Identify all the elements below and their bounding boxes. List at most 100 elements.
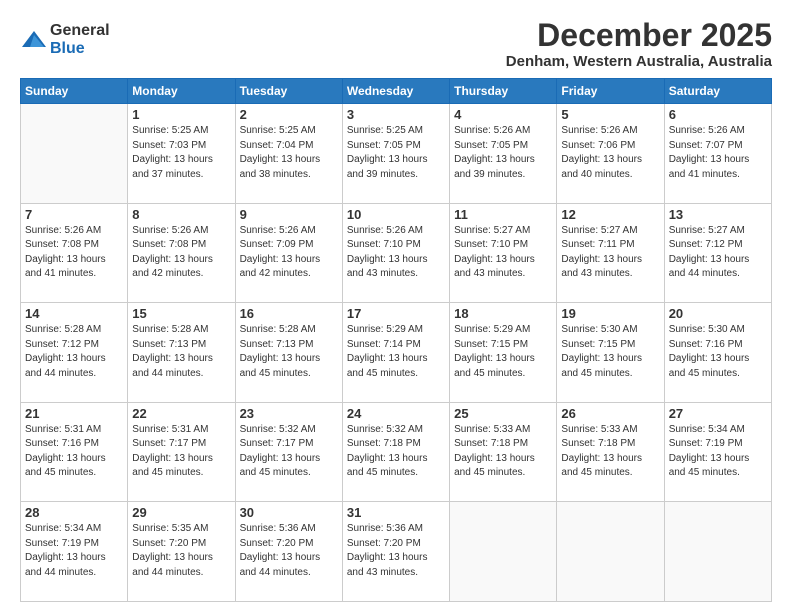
week-row-0: 1 Sunrise: 5:25 AMSunset: 7:03 PMDayligh…	[21, 104, 772, 204]
day-number: 30	[240, 505, 338, 520]
day-number: 19	[561, 306, 659, 321]
day-detail: Sunrise: 5:26 AMSunset: 7:06 PMDaylight:…	[561, 125, 642, 180]
day-number: 27	[669, 406, 767, 421]
day-detail: Sunrise: 5:29 AMSunset: 7:14 PMDaylight:…	[347, 324, 428, 379]
main-title: December 2025	[506, 18, 772, 53]
calendar-cell: 25 Sunrise: 5:33 AMSunset: 7:18 PMDaylig…	[450, 402, 557, 502]
day-detail: Sunrise: 5:26 AMSunset: 7:08 PMDaylight:…	[132, 225, 213, 280]
day-number: 14	[25, 306, 123, 321]
logo-icon	[20, 29, 48, 51]
logo: General Blue	[20, 22, 110, 57]
day-detail: Sunrise: 5:31 AMSunset: 7:17 PMDaylight:…	[132, 424, 213, 479]
calendar-cell: 22 Sunrise: 5:31 AMSunset: 7:17 PMDaylig…	[128, 402, 235, 502]
day-detail: Sunrise: 5:26 AMSunset: 7:05 PMDaylight:…	[454, 125, 535, 180]
day-number: 4	[454, 107, 552, 122]
week-row-3: 21 Sunrise: 5:31 AMSunset: 7:16 PMDaylig…	[21, 402, 772, 502]
day-number: 20	[669, 306, 767, 321]
calendar-cell	[664, 502, 771, 602]
logo-blue-text: Blue	[50, 40, 110, 58]
day-detail: Sunrise: 5:30 AMSunset: 7:16 PMDaylight:…	[669, 324, 750, 379]
calendar-cell: 14 Sunrise: 5:28 AMSunset: 7:12 PMDaylig…	[21, 303, 128, 403]
day-number: 2	[240, 107, 338, 122]
day-detail: Sunrise: 5:28 AMSunset: 7:13 PMDaylight:…	[132, 324, 213, 379]
calendar-cell: 17 Sunrise: 5:29 AMSunset: 7:14 PMDaylig…	[342, 303, 449, 403]
calendar-cell: 4 Sunrise: 5:26 AMSunset: 7:05 PMDayligh…	[450, 104, 557, 204]
day-detail: Sunrise: 5:28 AMSunset: 7:13 PMDaylight:…	[240, 324, 321, 379]
calendar-cell: 29 Sunrise: 5:35 AMSunset: 7:20 PMDaylig…	[128, 502, 235, 602]
calendar-cell: 11 Sunrise: 5:27 AMSunset: 7:10 PMDaylig…	[450, 203, 557, 303]
day-number: 25	[454, 406, 552, 421]
day-detail: Sunrise: 5:34 AMSunset: 7:19 PMDaylight:…	[25, 523, 106, 578]
calendar-cell: 27 Sunrise: 5:34 AMSunset: 7:19 PMDaylig…	[664, 402, 771, 502]
page: General Blue December 2025 Denham, Weste…	[0, 0, 792, 612]
header-friday: Friday	[557, 79, 664, 104]
day-detail: Sunrise: 5:27 AMSunset: 7:11 PMDaylight:…	[561, 225, 642, 280]
calendar-cell: 24 Sunrise: 5:32 AMSunset: 7:18 PMDaylig…	[342, 402, 449, 502]
calendar-cell: 21 Sunrise: 5:31 AMSunset: 7:16 PMDaylig…	[21, 402, 128, 502]
day-detail: Sunrise: 5:26 AMSunset: 7:07 PMDaylight:…	[669, 125, 750, 180]
day-detail: Sunrise: 5:36 AMSunset: 7:20 PMDaylight:…	[240, 523, 321, 578]
calendar-cell: 9 Sunrise: 5:26 AMSunset: 7:09 PMDayligh…	[235, 203, 342, 303]
subtitle: Denham, Western Australia, Australia	[506, 53, 772, 70]
day-number: 23	[240, 406, 338, 421]
week-row-1: 7 Sunrise: 5:26 AMSunset: 7:08 PMDayligh…	[21, 203, 772, 303]
day-detail: Sunrise: 5:32 AMSunset: 7:17 PMDaylight:…	[240, 424, 321, 479]
day-number: 12	[561, 207, 659, 222]
calendar-cell: 8 Sunrise: 5:26 AMSunset: 7:08 PMDayligh…	[128, 203, 235, 303]
day-number: 7	[25, 207, 123, 222]
day-number: 8	[132, 207, 230, 222]
day-detail: Sunrise: 5:28 AMSunset: 7:12 PMDaylight:…	[25, 324, 106, 379]
day-detail: Sunrise: 5:27 AMSunset: 7:10 PMDaylight:…	[454, 225, 535, 280]
title-block: December 2025 Denham, Western Australia,…	[506, 18, 772, 70]
day-number: 31	[347, 505, 445, 520]
day-number: 13	[669, 207, 767, 222]
day-detail: Sunrise: 5:31 AMSunset: 7:16 PMDaylight:…	[25, 424, 106, 479]
day-detail: Sunrise: 5:30 AMSunset: 7:15 PMDaylight:…	[561, 324, 642, 379]
calendar-cell	[21, 104, 128, 204]
day-detail: Sunrise: 5:33 AMSunset: 7:18 PMDaylight:…	[454, 424, 535, 479]
day-number: 10	[347, 207, 445, 222]
day-detail: Sunrise: 5:26 AMSunset: 7:08 PMDaylight:…	[25, 225, 106, 280]
calendar-cell: 20 Sunrise: 5:30 AMSunset: 7:16 PMDaylig…	[664, 303, 771, 403]
day-number: 6	[669, 107, 767, 122]
calendar-cell: 31 Sunrise: 5:36 AMSunset: 7:20 PMDaylig…	[342, 502, 449, 602]
calendar-cell: 16 Sunrise: 5:28 AMSunset: 7:13 PMDaylig…	[235, 303, 342, 403]
logo-general-text: General	[50, 22, 110, 40]
day-number: 26	[561, 406, 659, 421]
calendar-cell: 18 Sunrise: 5:29 AMSunset: 7:15 PMDaylig…	[450, 303, 557, 403]
calendar-cell: 6 Sunrise: 5:26 AMSunset: 7:07 PMDayligh…	[664, 104, 771, 204]
day-number: 3	[347, 107, 445, 122]
header-wednesday: Wednesday	[342, 79, 449, 104]
day-number: 28	[25, 505, 123, 520]
calendar-cell: 1 Sunrise: 5:25 AMSunset: 7:03 PMDayligh…	[128, 104, 235, 204]
calendar-cell: 13 Sunrise: 5:27 AMSunset: 7:12 PMDaylig…	[664, 203, 771, 303]
day-number: 1	[132, 107, 230, 122]
header-sunday: Sunday	[21, 79, 128, 104]
day-number: 21	[25, 406, 123, 421]
calendar-cell: 2 Sunrise: 5:25 AMSunset: 7:04 PMDayligh…	[235, 104, 342, 204]
calendar-cell: 26 Sunrise: 5:33 AMSunset: 7:18 PMDaylig…	[557, 402, 664, 502]
calendar-cell: 10 Sunrise: 5:26 AMSunset: 7:10 PMDaylig…	[342, 203, 449, 303]
calendar-cell	[557, 502, 664, 602]
week-row-2: 14 Sunrise: 5:28 AMSunset: 7:12 PMDaylig…	[21, 303, 772, 403]
day-detail: Sunrise: 5:25 AMSunset: 7:05 PMDaylight:…	[347, 125, 428, 180]
logo-text: General Blue	[50, 22, 110, 57]
calendar-cell: 23 Sunrise: 5:32 AMSunset: 7:17 PMDaylig…	[235, 402, 342, 502]
day-detail: Sunrise: 5:33 AMSunset: 7:18 PMDaylight:…	[561, 424, 642, 479]
calendar-cell: 7 Sunrise: 5:26 AMSunset: 7:08 PMDayligh…	[21, 203, 128, 303]
header-saturday: Saturday	[664, 79, 771, 104]
calendar-cell	[450, 502, 557, 602]
header-monday: Monday	[128, 79, 235, 104]
calendar-header-row: Sunday Monday Tuesday Wednesday Thursday…	[21, 79, 772, 104]
day-number: 22	[132, 406, 230, 421]
day-detail: Sunrise: 5:25 AMSunset: 7:03 PMDaylight:…	[132, 125, 213, 180]
day-number: 11	[454, 207, 552, 222]
day-detail: Sunrise: 5:32 AMSunset: 7:18 PMDaylight:…	[347, 424, 428, 479]
day-number: 24	[347, 406, 445, 421]
day-detail: Sunrise: 5:26 AMSunset: 7:10 PMDaylight:…	[347, 225, 428, 280]
header-thursday: Thursday	[450, 79, 557, 104]
day-number: 16	[240, 306, 338, 321]
calendar-cell: 3 Sunrise: 5:25 AMSunset: 7:05 PMDayligh…	[342, 104, 449, 204]
day-detail: Sunrise: 5:34 AMSunset: 7:19 PMDaylight:…	[669, 424, 750, 479]
day-detail: Sunrise: 5:25 AMSunset: 7:04 PMDaylight:…	[240, 125, 321, 180]
